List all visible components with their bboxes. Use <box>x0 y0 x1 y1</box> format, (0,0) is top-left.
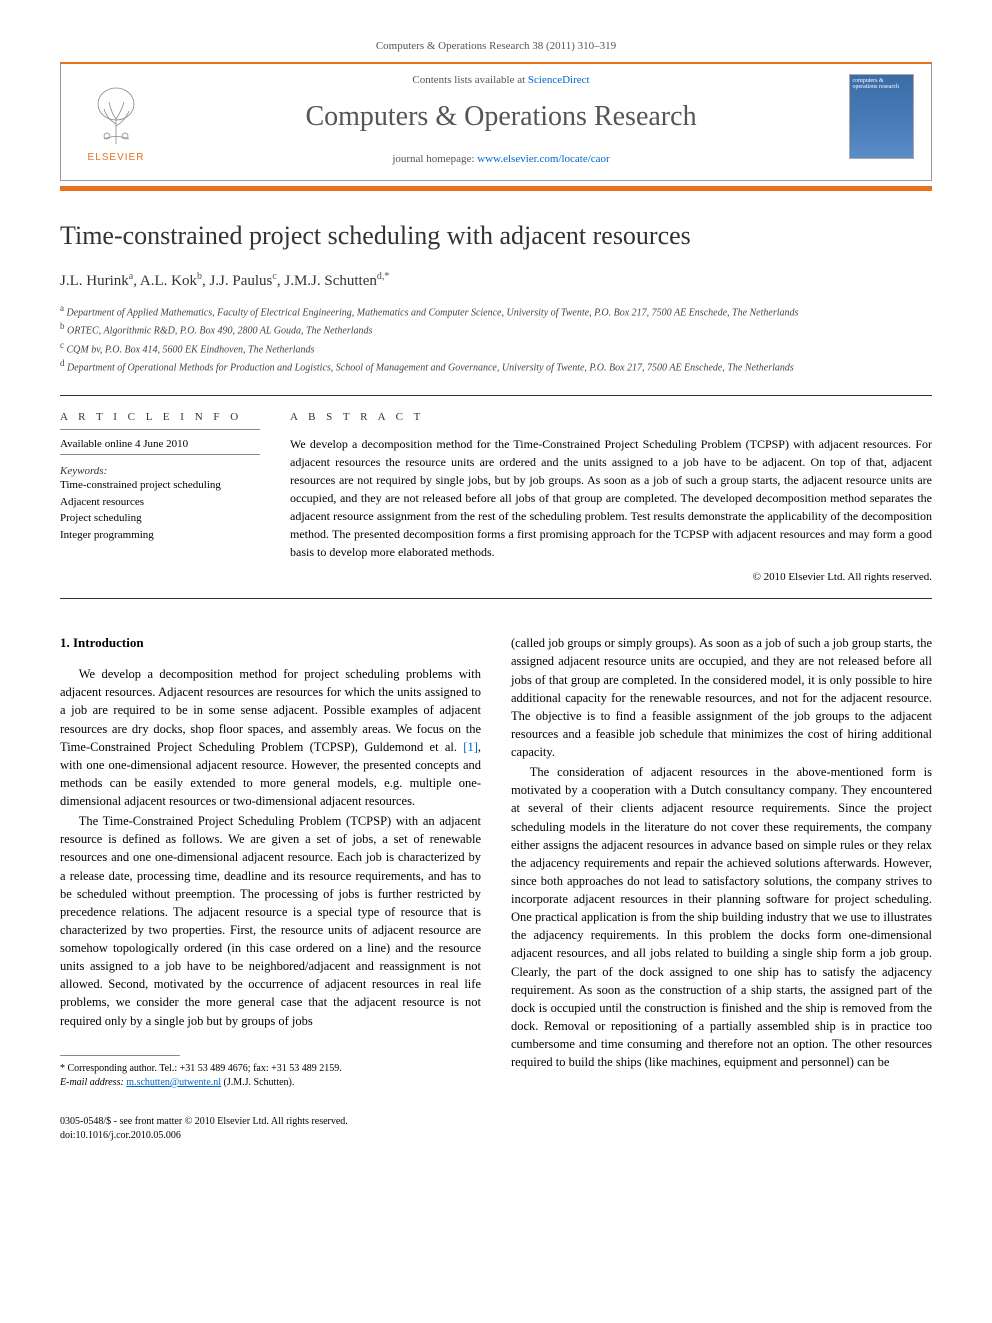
abstract-heading: A B S T R A C T <box>290 411 932 423</box>
journal-cover-thumb: computers & operations research <box>831 64 931 180</box>
page-container: Computers & Operations Research 38 (2011… <box>0 0 992 1183</box>
corresponding-author-footnote: * Corresponding author. Tel.: +31 53 489… <box>60 1062 481 1090</box>
available-online: Available online 4 June 2010 <box>60 438 260 450</box>
header-center: Contents lists available at ScienceDirec… <box>171 64 831 180</box>
email-link[interactable]: m.schutten@utwente.nl <box>126 1077 221 1088</box>
para-2: The Time-Constrained Project Scheduling … <box>60 812 481 1030</box>
elsevier-label: ELSEVIER <box>88 152 145 163</box>
orange-divider <box>60 186 932 191</box>
section-1-heading: 1. Introduction <box>60 634 481 653</box>
footnote-rule <box>60 1055 180 1056</box>
divider-bottom <box>60 598 932 599</box>
para-3: (called job groups or simply groups). As… <box>511 634 932 761</box>
para-4: The consideration of adjacent resources … <box>511 763 932 1071</box>
keywords-list: Time-constrained project scheduling Adja… <box>60 477 260 543</box>
article-info: A R T I C L E I N F O Available online 4… <box>60 411 260 583</box>
ref-link-1[interactable]: [1] <box>463 740 478 754</box>
article-title: Time-constrained project scheduling with… <box>60 221 932 251</box>
elsevier-tree-icon <box>86 82 146 152</box>
affiliations: a Department of Applied Mathematics, Fac… <box>60 302 932 375</box>
abstract: A B S T R A C T We develop a decompositi… <box>290 411 932 583</box>
abstract-text: We develop a decomposition method for th… <box>290 435 932 561</box>
para-1: We develop a decomposition method for pr… <box>60 665 481 810</box>
divider-top <box>60 395 932 396</box>
homepage-link[interactable]: www.elsevier.com/locate/caor <box>477 153 609 165</box>
journal-reference: Computers & Operations Research 38 (2011… <box>60 40 932 52</box>
contents-available: Contents lists available at ScienceDirec… <box>171 74 831 86</box>
journal-homepage: journal homepage: www.elsevier.com/locat… <box>171 153 831 165</box>
sciencedirect-link[interactable]: ScienceDirect <box>528 74 590 86</box>
elsevier-logo: ELSEVIER <box>61 64 171 180</box>
info-abstract-row: A R T I C L E I N F O Available online 4… <box>60 411 932 583</box>
journal-header: ELSEVIER Contents lists available at Sci… <box>60 62 932 181</box>
abstract-copyright: © 2010 Elsevier Ltd. All rights reserved… <box>290 571 932 583</box>
authors-line: J.L. Hurinka, A.L. Kokb, J.J. Paulusc, J… <box>60 271 932 290</box>
column-right: (called job groups or simply groups). As… <box>511 634 932 1142</box>
article-info-heading: A R T I C L E I N F O <box>60 411 260 423</box>
keywords-label: Keywords: <box>60 465 260 477</box>
cover-image: computers & operations research <box>849 74 914 159</box>
journal-name: Computers & Operations Research <box>171 101 831 133</box>
body-columns: 1. Introduction We develop a decompositi… <box>60 634 932 1142</box>
doi-block: 0305-0548/$ - see front matter © 2010 El… <box>60 1115 481 1143</box>
column-left: 1. Introduction We develop a decompositi… <box>60 634 481 1142</box>
